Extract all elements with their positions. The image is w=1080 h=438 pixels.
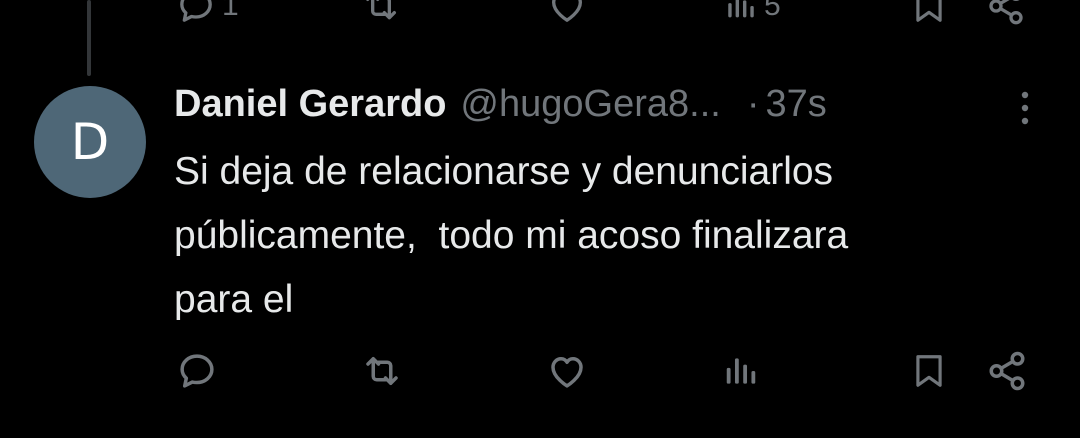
tweet-timestamp[interactable]: 37s	[765, 83, 826, 126]
views-icon	[728, 0, 754, 18]
tweet-actions	[0, 350, 1080, 394]
previous-retweet-button[interactable]	[360, 0, 402, 26]
display-name[interactable]: Daniel Gerardo	[174, 83, 446, 126]
previous-reply-button[interactable]: 1	[176, 0, 239, 26]
previous-views-count: 5	[764, 0, 781, 22]
thread-connector-line	[87, 0, 91, 76]
reply-icon	[180, 0, 212, 22]
views-icon	[726, 358, 756, 384]
share-icon	[989, 0, 1023, 25]
heart-icon	[551, 357, 583, 388]
bookmark-icon	[916, 0, 942, 22]
user-handle[interactable]: @hugoGera8...	[460, 83, 720, 126]
reply-button[interactable]	[176, 350, 218, 392]
bookmark-button[interactable]	[910, 350, 948, 392]
share-icon	[989, 351, 1025, 391]
bookmark-icon	[916, 355, 942, 387]
views-button[interactable]	[722, 350, 760, 392]
header-separator: ·	[746, 82, 760, 125]
reply-icon	[180, 354, 214, 388]
previous-share-button[interactable]	[986, 0, 1026, 26]
tweet-header: Daniel Gerardo @hugoGera8... · 37s	[174, 80, 827, 128]
previous-tweet-actions: 1 5	[0, 0, 1080, 26]
avatar-letter: D	[70, 113, 110, 171]
more-vertical-icon	[1021, 91, 1029, 125]
heart-icon	[552, 0, 582, 22]
like-button[interactable]	[546, 350, 588, 392]
previous-reply-count: 1	[222, 0, 239, 22]
avatar[interactable]: D	[34, 86, 146, 198]
previous-like-button[interactable]	[546, 0, 588, 26]
previous-bookmark-button[interactable]	[910, 0, 948, 26]
more-options-button[interactable]	[1012, 90, 1038, 126]
retweet-button[interactable]	[360, 350, 404, 392]
share-button[interactable]	[986, 350, 1028, 392]
tweet-text: Si deja de relacionarse y denunciarlos p…	[174, 150, 849, 321]
retweet-icon	[366, 0, 396, 20]
previous-views-button[interactable]: 5	[724, 0, 781, 26]
retweet-icon	[366, 357, 398, 385]
